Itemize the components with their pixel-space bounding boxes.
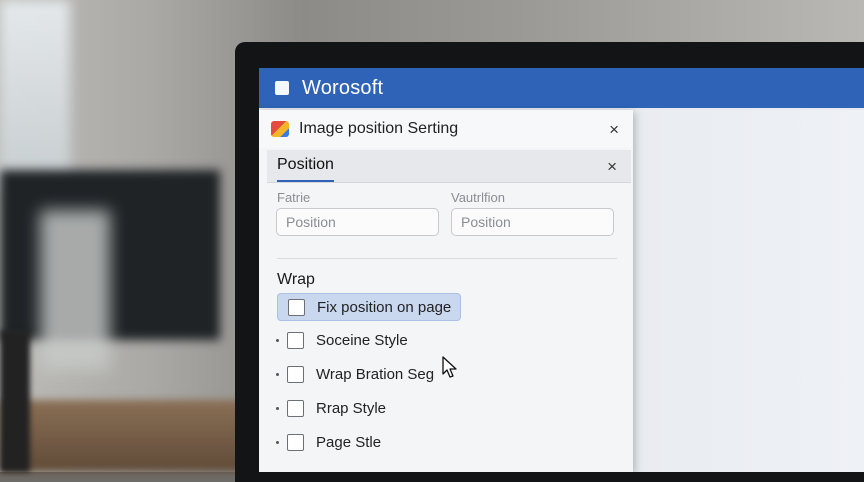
tab-position[interactable]: Position: [277, 156, 334, 182]
app-title: Worosoft: [302, 76, 384, 99]
dialog-header: Image position Serting ×: [259, 110, 633, 148]
bullet: [276, 406, 279, 410]
dialog-title: Image position Serting: [299, 120, 459, 137]
checkbox-icon[interactable]: [287, 399, 304, 417]
background-monitor-stand: [40, 210, 110, 370]
option-label: Page Stle: [316, 433, 382, 451]
field-label-1: Fatrie: [277, 190, 311, 205]
field-label-2: Vautrlfion: [451, 190, 505, 205]
option-label: Wrap Bration Seg: [316, 365, 435, 383]
bullet: [276, 372, 279, 376]
bullet: [276, 440, 279, 444]
wrap-section-title: Wrap: [277, 271, 315, 288]
background-chair: [0, 330, 30, 472]
divider: [277, 258, 617, 259]
checkbox-icon[interactable]: [287, 433, 304, 451]
background-monitor: [0, 170, 220, 340]
mouse-cursor-icon: [442, 356, 457, 378]
position-input-2[interactable]: Position: [451, 208, 614, 236]
bullet: [276, 338, 279, 342]
app-icon: [275, 81, 289, 95]
document-canvas[interactable]: [633, 110, 864, 472]
option-label: Rrap Style: [316, 399, 387, 417]
dialog-close-icon[interactable]: ×: [609, 121, 619, 138]
option-fix-position[interactable]: Fix position on page: [277, 293, 461, 321]
option-style-3[interactable]: Rrap Style: [276, 394, 461, 422]
checkbox-icon[interactable]: [287, 331, 304, 349]
screen: Worosoft Image position Serting × Positi…: [259, 68, 864, 472]
option-style-2[interactable]: Wrap Bration Seg: [276, 360, 461, 388]
option-label: Soceine Style: [316, 331, 408, 349]
option-label: Fix position on page: [317, 298, 452, 316]
position-input-1[interactable]: Position: [276, 208, 439, 236]
checkbox-icon[interactable]: [287, 365, 304, 383]
option-style-4[interactable]: Page Stle: [276, 428, 461, 456]
option-style-1[interactable]: Soceine Style: [276, 326, 461, 354]
app-titlebar: Worosoft: [259, 68, 864, 108]
background-window: [0, 0, 70, 190]
dialog-app-icon: [271, 121, 289, 137]
tab-bar: Position ×: [267, 150, 631, 183]
checkbox-icon[interactable]: [288, 298, 305, 316]
tab-close-icon[interactable]: ×: [607, 158, 617, 175]
image-position-dialog: Image position Serting × Position × Fatr…: [259, 110, 633, 472]
